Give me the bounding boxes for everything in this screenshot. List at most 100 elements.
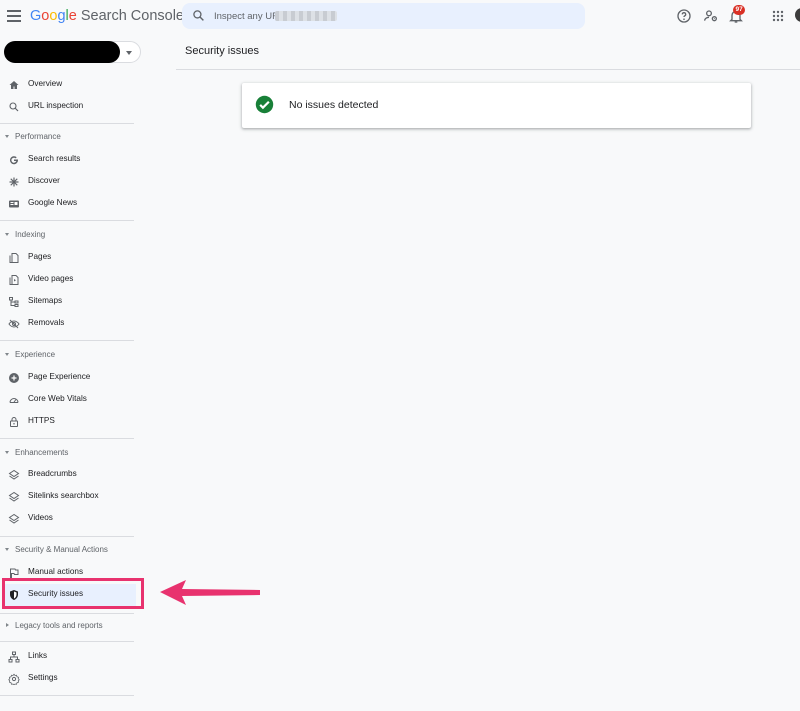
sidebar-item-label: Google News [28, 198, 78, 207]
avatar[interactable] [795, 8, 800, 22]
sidebar-item-page-experience[interactable]: Page Experience [0, 367, 134, 389]
top-app-bar: GoogleSearch Console 97 [0, 0, 800, 34]
sidebar-item-label: Videos [28, 513, 53, 522]
redacted-domain [275, 11, 337, 21]
section-experience[interactable]: Experience [0, 349, 134, 363]
sidebar-item-video-pages[interactable]: Video pages [0, 269, 134, 291]
section-enhancements[interactable]: Enhancements [0, 447, 134, 461]
sidebar-item-label: Manual actions [28, 567, 84, 576]
sidebar-item-videos[interactable]: Videos [0, 508, 134, 530]
sidebar-item-https[interactable]: HTTPS [0, 411, 134, 433]
section-performance[interactable]: Performance [0, 131, 134, 145]
main-menu-icon[interactable] [6, 8, 22, 24]
help-icon[interactable] [676, 8, 692, 24]
divider [0, 641, 134, 642]
section-label: Legacy tools and reports [15, 621, 103, 630]
sidebar-item-label: Sitemaps [28, 296, 63, 305]
sidebar-item-label: Links [28, 651, 48, 660]
search-icon [193, 10, 204, 21]
search-icon [9, 102, 19, 112]
divider [0, 695, 134, 696]
add-circle-icon [9, 373, 19, 383]
links-tree-icon [8, 651, 20, 663]
section-label: Security & Manual Actions [15, 545, 108, 554]
sidebar-item-google-news[interactable]: Google News [0, 193, 134, 215]
collapse-triangle-icon [5, 548, 9, 551]
annotation-arrow-icon [160, 580, 260, 605]
sidebar-item-breadcrumbs[interactable]: Breadcrumbs [0, 464, 134, 486]
section-label: Performance [15, 132, 61, 141]
sidebar-item-label: Page Experience [28, 372, 91, 381]
status-message: No issues detected [289, 99, 379, 111]
divider [0, 220, 134, 221]
logo-letter: e [68, 8, 77, 24]
app-logo[interactable]: Google Search Console [30, 8, 184, 24]
sidebar-item-pages[interactable]: Pages [0, 247, 134, 269]
divider [0, 438, 134, 439]
logo-product-name: Search Console [80, 8, 184, 24]
sidebar-item-removals[interactable]: Removals [0, 313, 134, 335]
expand-triangle-icon [6, 623, 9, 627]
sidebar-item-sitemaps[interactable]: Sitemaps [0, 291, 134, 313]
sidebar-item-label: Search results [28, 154, 81, 163]
sidebar-item-label: Video pages [28, 274, 74, 283]
sidebar-item-core-web-vitals[interactable]: Core Web Vitals [0, 389, 134, 411]
section-label: Indexing [15, 230, 46, 239]
sidebar-item-label: Settings [28, 673, 58, 682]
logo-letter: G [30, 8, 42, 24]
sidebar-item-label: Removals [28, 318, 65, 327]
sidebar-item-overview[interactable]: Overview [0, 74, 134, 96]
sitemap-icon [9, 297, 19, 307]
lock-icon [10, 417, 18, 427]
url-inspection-search[interactable] [182, 3, 585, 29]
collapse-triangle-icon [5, 451, 9, 454]
property-selector[interactable] [4, 41, 141, 63]
collapse-triangle-icon [5, 233, 9, 236]
logo-letter: g [57, 8, 66, 24]
chevron-down-icon [126, 51, 132, 55]
section-legacy-tools[interactable]: Legacy tools and reports [0, 620, 134, 634]
sidebar-item-label: Pages [28, 252, 52, 261]
section-label: Experience [15, 350, 56, 359]
google-g-icon [10, 156, 19, 165]
sidebar-item-label: Core Web Vitals [28, 394, 87, 403]
page-title: Security issues [185, 45, 259, 57]
sidebar-item-sitelinks-searchbox[interactable]: Sitelinks searchbox [0, 486, 134, 508]
pages-icon [9, 253, 19, 263]
collapse-triangle-icon [5, 135, 9, 138]
section-security-manual-actions[interactable]: Security & Manual Actions [0, 544, 134, 558]
divider [0, 340, 134, 341]
layers-icon [8, 513, 20, 524]
layers-icon [8, 491, 20, 502]
sidebar-item-label: URL inspection [28, 101, 84, 110]
sidebar-item-label: Sitelinks searchbox [28, 491, 99, 500]
manage-users-icon[interactable] [703, 8, 719, 24]
sidebar-item-discover[interactable]: Discover [0, 171, 134, 193]
gear-icon [8, 673, 20, 685]
divider [0, 613, 134, 614]
video-page-icon [9, 275, 19, 285]
section-label: Enhancements [15, 448, 69, 457]
asterisk-icon [9, 177, 19, 187]
section-indexing[interactable]: Indexing [0, 229, 134, 243]
search-input[interactable] [214, 8, 574, 24]
sidebar-item-url-inspection[interactable]: URL inspection [0, 96, 134, 118]
annotation-highlight-box [2, 578, 144, 609]
speed-gauge-icon [9, 398, 19, 403]
collapse-triangle-icon [5, 353, 9, 356]
divider [176, 69, 800, 70]
redacted-property-name [4, 41, 120, 63]
sidebar-item-label: HTTPS [28, 416, 55, 425]
check-circle-icon [255, 95, 274, 114]
notification-count-badge: 97 [733, 5, 746, 15]
sidebar-item-search-results[interactable]: Search results [0, 149, 134, 171]
divider [0, 123, 134, 124]
sidebar-item-label: Breadcrumbs [28, 469, 77, 478]
sidebar-item-settings[interactable]: Settings [0, 668, 134, 690]
sidebar-item-label: Overview [28, 79, 63, 88]
divider [0, 536, 134, 537]
apps-grid-icon[interactable] [770, 8, 786, 24]
sidebar-item-links[interactable]: Links [0, 646, 134, 668]
home-icon [9, 81, 19, 89]
layers-icon [8, 469, 20, 480]
